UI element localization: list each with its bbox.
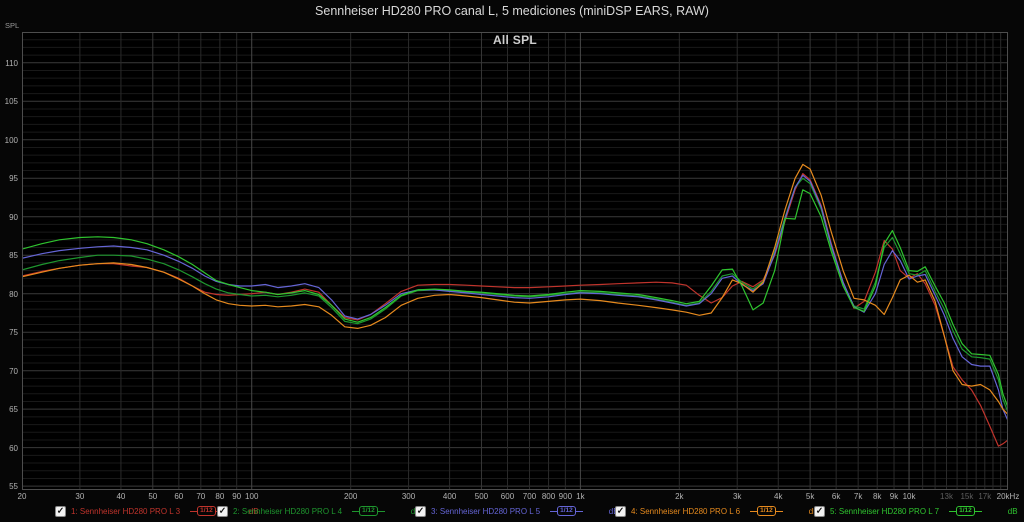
x-tick-label: 2k	[675, 492, 683, 501]
smoothing-dash-icon	[352, 511, 359, 512]
x-tick-label: 3k	[733, 492, 741, 501]
y-tick-label: 60	[0, 444, 18, 453]
x-tick-label: 30	[75, 492, 84, 501]
y-tick-label: 85	[0, 251, 18, 260]
x-tick-label: 7k	[854, 492, 862, 501]
y-tick-label: 100	[0, 136, 18, 145]
x-tick-label: 6k	[832, 492, 840, 501]
chart-title: Sennheiser HD280 PRO canal L, 5 medicion…	[0, 4, 1024, 18]
x-tick-label: 1k	[576, 492, 584, 501]
y-tick-label: 80	[0, 290, 18, 299]
legend-label: 2: Sennheiser HD280 PRO L 4	[233, 507, 342, 516]
legend-entry-2[interactable]: ✓2: Sennheiser HD280 PRO L 41/12dB	[217, 504, 421, 518]
octave-smoothing-icon: 1/12	[550, 506, 583, 516]
x-tick-label: 50	[148, 492, 157, 501]
smoothing-box: 1/12	[956, 506, 975, 516]
y-tick-label: 55	[0, 482, 18, 491]
x-tick-label: 90	[232, 492, 241, 501]
smoothing-dash-icon	[776, 511, 783, 512]
octave-smoothing-icon: 1/12	[352, 506, 385, 516]
x-tick-label: 800	[542, 492, 555, 501]
check-icon: ✓	[617, 506, 625, 515]
x-tick-label: 80	[215, 492, 224, 501]
smoothing-box: 1/12	[197, 506, 216, 516]
x-tick-label: 700	[523, 492, 536, 501]
x-tick-label: 900	[559, 492, 572, 501]
legend: ✓ 1: Sennheiser HD280 PRO L 3 1/12 dB ✓ 2: Se…	[0, 504, 1024, 520]
legend-checkbox[interactable]: ✓	[615, 506, 626, 517]
x-tick-label: 13k	[940, 492, 953, 501]
x-tick-label: 20	[18, 492, 27, 501]
smoothing-dash-icon	[576, 511, 583, 512]
y-tick-label: 75	[0, 328, 18, 337]
x-tick-label: 8k	[873, 492, 881, 501]
rew-spl-measurement-window: { "title": "Sennheiser HD280 PRO canal L…	[0, 0, 1024, 522]
trace-3	[22, 175, 1008, 421]
x-tick-label: 200	[344, 492, 357, 501]
x-tick-label: 9k	[890, 492, 898, 501]
smoothing-dash-icon	[975, 511, 982, 512]
x-tick-label: 70	[196, 492, 205, 501]
check-icon: ✓	[57, 506, 65, 515]
y-tick-label: 105	[0, 97, 18, 106]
smoothing-dash-icon	[190, 511, 197, 512]
x-tick-label: 40	[116, 492, 125, 501]
legend-checkbox[interactable]: ✓	[814, 506, 825, 517]
legend-entry-3[interactable]: ✓3: Sennheiser HD280 PRO L 51/12dB	[415, 504, 619, 518]
y-tick-label: 65	[0, 405, 18, 414]
check-icon: ✓	[816, 506, 824, 515]
legend-label: 5: Sennheiser HD280 PRO L 7	[830, 507, 939, 516]
y-axis-title: SPL	[5, 21, 19, 30]
y-tick-label: 90	[0, 213, 18, 222]
plot-canvas	[22, 32, 1008, 490]
legend-unit: dB	[1008, 507, 1018, 516]
legend-checkbox[interactable]: ✓	[217, 506, 228, 517]
smoothing-box: 1/12	[359, 506, 378, 516]
legend-label: 1: Sennheiser HD280 PRO L 3	[71, 507, 180, 516]
x-tick-label: 20kHz	[997, 492, 1020, 501]
legend-label: 3: Sennheiser HD280 PRO L 5	[431, 507, 540, 516]
check-icon: ✓	[417, 506, 425, 515]
legend-entry-4[interactable]: ✓4: Sennheiser HD280 PRO L 61/12dB	[615, 504, 819, 518]
x-tick-label: 500	[475, 492, 488, 501]
smoothing-dash-icon	[949, 511, 956, 512]
x-tick-label: 60	[174, 492, 183, 501]
x-tick-label: 300	[402, 492, 415, 501]
y-tick-label: 95	[0, 174, 18, 183]
y-tick-label: 70	[0, 367, 18, 376]
trace-4	[22, 164, 1008, 414]
x-tick-label: 17k	[978, 492, 991, 501]
smoothing-dash-icon	[750, 511, 757, 512]
x-tick-label: 600	[501, 492, 514, 501]
smoothing-dash-icon	[378, 511, 385, 512]
smoothing-box: 1/12	[557, 506, 576, 516]
x-tick-label: 10k	[903, 492, 916, 501]
x-tick-label: 100	[245, 492, 258, 501]
legend-checkbox[interactable]: ✓	[415, 506, 426, 517]
x-tick-label: 4k	[774, 492, 782, 501]
x-tick-label: 5k	[806, 492, 814, 501]
x-tick-label: 15k	[960, 492, 973, 501]
smoothing-dash-icon	[550, 511, 557, 512]
x-tick-label: 400	[443, 492, 456, 501]
octave-smoothing-icon: 1/12	[750, 506, 783, 516]
y-tick-label: 110	[0, 59, 18, 68]
legend-entry-5[interactable]: ✓ 5: Sennheiser HD280 PRO L 7 1/12 dB	[814, 504, 1018, 518]
octave-smoothing-icon: 1/12	[949, 506, 982, 516]
legend-checkbox[interactable]: ✓	[55, 506, 66, 517]
plot-area[interactable]	[22, 32, 1008, 490]
smoothing-box: 1/12	[757, 506, 776, 516]
legend-label: 4: Sennheiser HD280 PRO L 6	[631, 507, 740, 516]
check-icon: ✓	[219, 506, 227, 515]
